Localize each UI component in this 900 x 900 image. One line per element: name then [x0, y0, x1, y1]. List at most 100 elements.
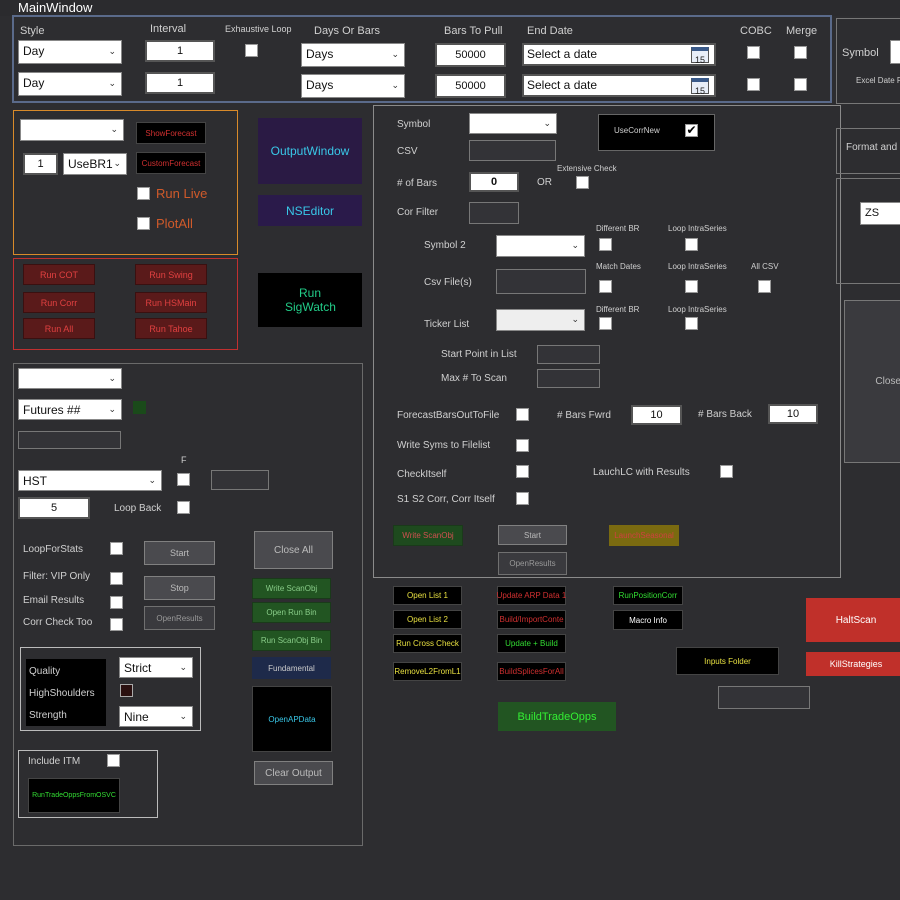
forecast-bars-checkbox[interactable]: [516, 408, 529, 421]
interval-input-1[interactable]: 1: [145, 40, 215, 62]
launch-lc-checkbox[interactable]: [720, 465, 733, 478]
end-date-picker-1[interactable]: Select a date 15: [522, 43, 716, 66]
run-cot-button[interactable]: Run COT: [23, 264, 95, 285]
plot-all-checkbox[interactable]: [137, 217, 150, 230]
exhaustive-loop-checkbox[interactable]: [245, 44, 258, 57]
cobc-checkbox-1[interactable]: [747, 46, 760, 59]
calendar-icon[interactable]: 15: [691, 47, 709, 65]
quality-select[interactable]: Strict ⌄: [119, 657, 193, 678]
different-br-checkbox[interactable]: [599, 238, 612, 251]
extensive-check-checkbox[interactable]: [576, 176, 589, 189]
open-list1-button[interactable]: Open List 1: [393, 586, 462, 605]
run-scanobj-bin-button[interactable]: Run ScanObj Bin: [252, 630, 331, 651]
write-scanobj-button[interactable]: Write ScanObj: [252, 578, 331, 599]
left-text-input[interactable]: [18, 431, 121, 449]
symbol2-select[interactable]: ⌄: [496, 235, 585, 257]
write-syms-checkbox[interactable]: [516, 439, 529, 452]
cobc-checkbox-2[interactable]: [747, 78, 760, 91]
ns-editor-button[interactable]: NSEditor: [258, 195, 362, 226]
run-live-checkbox[interactable]: [137, 187, 150, 200]
style-select-2[interactable]: Day ⌄: [18, 72, 122, 96]
halt-scan-button[interactable]: HaltScan: [806, 598, 900, 642]
remove-l2-button[interactable]: RemoveL2FromL1: [393, 662, 462, 681]
inputs-folder-button[interactable]: Inputs Folder: [676, 647, 779, 675]
forecast-select[interactable]: ⌄: [20, 119, 124, 141]
loop-back-count-input[interactable]: 5: [18, 497, 90, 519]
bars-to-pull-input-2[interactable]: 50000: [435, 74, 506, 98]
include-itm-checkbox[interactable]: [107, 754, 120, 767]
ticker-list-select[interactable]: ⌄: [496, 309, 585, 331]
stop-button[interactable]: Stop: [144, 576, 215, 600]
update-build-button[interactable]: Update + Build: [497, 634, 566, 653]
different-br2-checkbox[interactable]: [599, 317, 612, 330]
bars-back-input[interactable]: 10: [768, 404, 818, 424]
open-list2-button[interactable]: Open List 2: [393, 610, 462, 629]
output-window-button[interactable]: OutputWindow: [258, 118, 362, 184]
zs-input[interactable]: ZS: [860, 202, 900, 225]
start-button[interactable]: Start: [144, 541, 215, 565]
use-corr-new-checkbox[interactable]: ✔: [685, 124, 698, 137]
forecast-number-input[interactable]: 1: [23, 153, 58, 175]
macro-info-button[interactable]: Macro Info: [613, 610, 683, 630]
corr-check-too-checkbox[interactable]: [110, 618, 123, 631]
show-forecast-button[interactable]: ShowForecast: [136, 122, 206, 144]
filter-vip-checkbox[interactable]: [110, 572, 123, 585]
loop-back-checkbox[interactable]: [177, 501, 190, 514]
launch-seasonal-button[interactable]: LaunchSeasonal: [609, 525, 679, 546]
bars-fwrd-input[interactable]: 10: [631, 405, 682, 425]
run-cross-check-button[interactable]: Run Cross Check: [393, 634, 462, 653]
build-trade-opps-button[interactable]: BuildTradeOpps: [498, 702, 616, 731]
cor-filter-input[interactable]: [469, 202, 519, 224]
scan-open-results-button[interactable]: OpenResults: [498, 552, 567, 575]
csv-files-input[interactable]: [496, 269, 586, 294]
run-position-corr-button[interactable]: RunPositionCorr: [613, 586, 683, 605]
update-arp-button[interactable]: Update ARP Data 1: [497, 586, 566, 605]
merge-checkbox-2[interactable]: [794, 78, 807, 91]
inputs-folder-path-input[interactable]: [718, 686, 810, 709]
check-itself-checkbox[interactable]: [516, 465, 529, 478]
calendar-icon[interactable]: 15: [691, 78, 709, 96]
run-all-button[interactable]: Run All: [23, 318, 95, 339]
bars-to-pull-input-1[interactable]: 50000: [435, 43, 506, 67]
end-date-picker-2[interactable]: Select a date 15: [522, 74, 716, 97]
scan-start-button[interactable]: Start: [498, 525, 567, 545]
loop-for-stats-checkbox[interactable]: [110, 542, 123, 555]
strength-select[interactable]: Nine ⌄: [119, 706, 193, 727]
loop-intraseries-checkbox[interactable]: [685, 238, 698, 251]
usebr-select[interactable]: UseBR1 ⌄: [63, 153, 127, 175]
s1s2-checkbox[interactable]: [516, 492, 529, 505]
max-to-scan-input[interactable]: [537, 369, 600, 388]
clear-output-button[interactable]: Clear Output: [254, 761, 333, 785]
left-select-top[interactable]: ⌄: [18, 368, 122, 389]
high-shoulders-checkbox[interactable]: [120, 684, 133, 697]
f-value-input[interactable]: [211, 470, 269, 490]
csv-input[interactable]: [469, 140, 556, 161]
futures-select[interactable]: Futures ## ⌄: [18, 399, 122, 420]
symbol-input-right[interactable]: [890, 40, 900, 64]
hst-select[interactable]: HST ⌄: [18, 470, 162, 491]
open-run-bin-button[interactable]: Open Run Bin: [252, 602, 331, 623]
kill-strategies-button[interactable]: KillStrategies: [806, 652, 900, 676]
loop-intraseries2-checkbox[interactable]: [685, 280, 698, 293]
run-hsmain-button[interactable]: Run HSMain: [135, 292, 207, 313]
email-results-checkbox[interactable]: [110, 596, 123, 609]
build-import-button[interactable]: Build/ImportConte: [497, 610, 566, 629]
loop-intraseries3-checkbox[interactable]: [685, 317, 698, 330]
fundamental-button[interactable]: Fundamental: [252, 657, 331, 679]
merge-checkbox-1[interactable]: [794, 46, 807, 59]
open-results-button[interactable]: OpenResults: [144, 606, 215, 630]
run-swing-button[interactable]: Run Swing: [135, 264, 207, 285]
run-corr-button[interactable]: Run Corr: [23, 292, 95, 313]
days-or-bars-select-1[interactable]: Days ⌄: [301, 43, 405, 67]
interval-input-2[interactable]: 1: [145, 72, 215, 94]
scan-write-scanobj-button[interactable]: Write ScanObj: [393, 525, 463, 546]
num-bars-input[interactable]: 0: [469, 172, 519, 192]
close-all-button[interactable]: Close All: [254, 531, 333, 569]
build-splices-button[interactable]: BuildSplicesForAll: [497, 662, 566, 681]
run-tahoe-button[interactable]: Run Tahoe: [135, 318, 207, 339]
scan-symbol-select[interactable]: ⌄: [469, 113, 557, 134]
f-checkbox[interactable]: [177, 473, 190, 486]
start-point-input[interactable]: [537, 345, 600, 364]
open-ap-data-button[interactable]: OpenAPData: [252, 686, 332, 752]
custom-forecast-button[interactable]: CustomForecast: [136, 152, 206, 174]
